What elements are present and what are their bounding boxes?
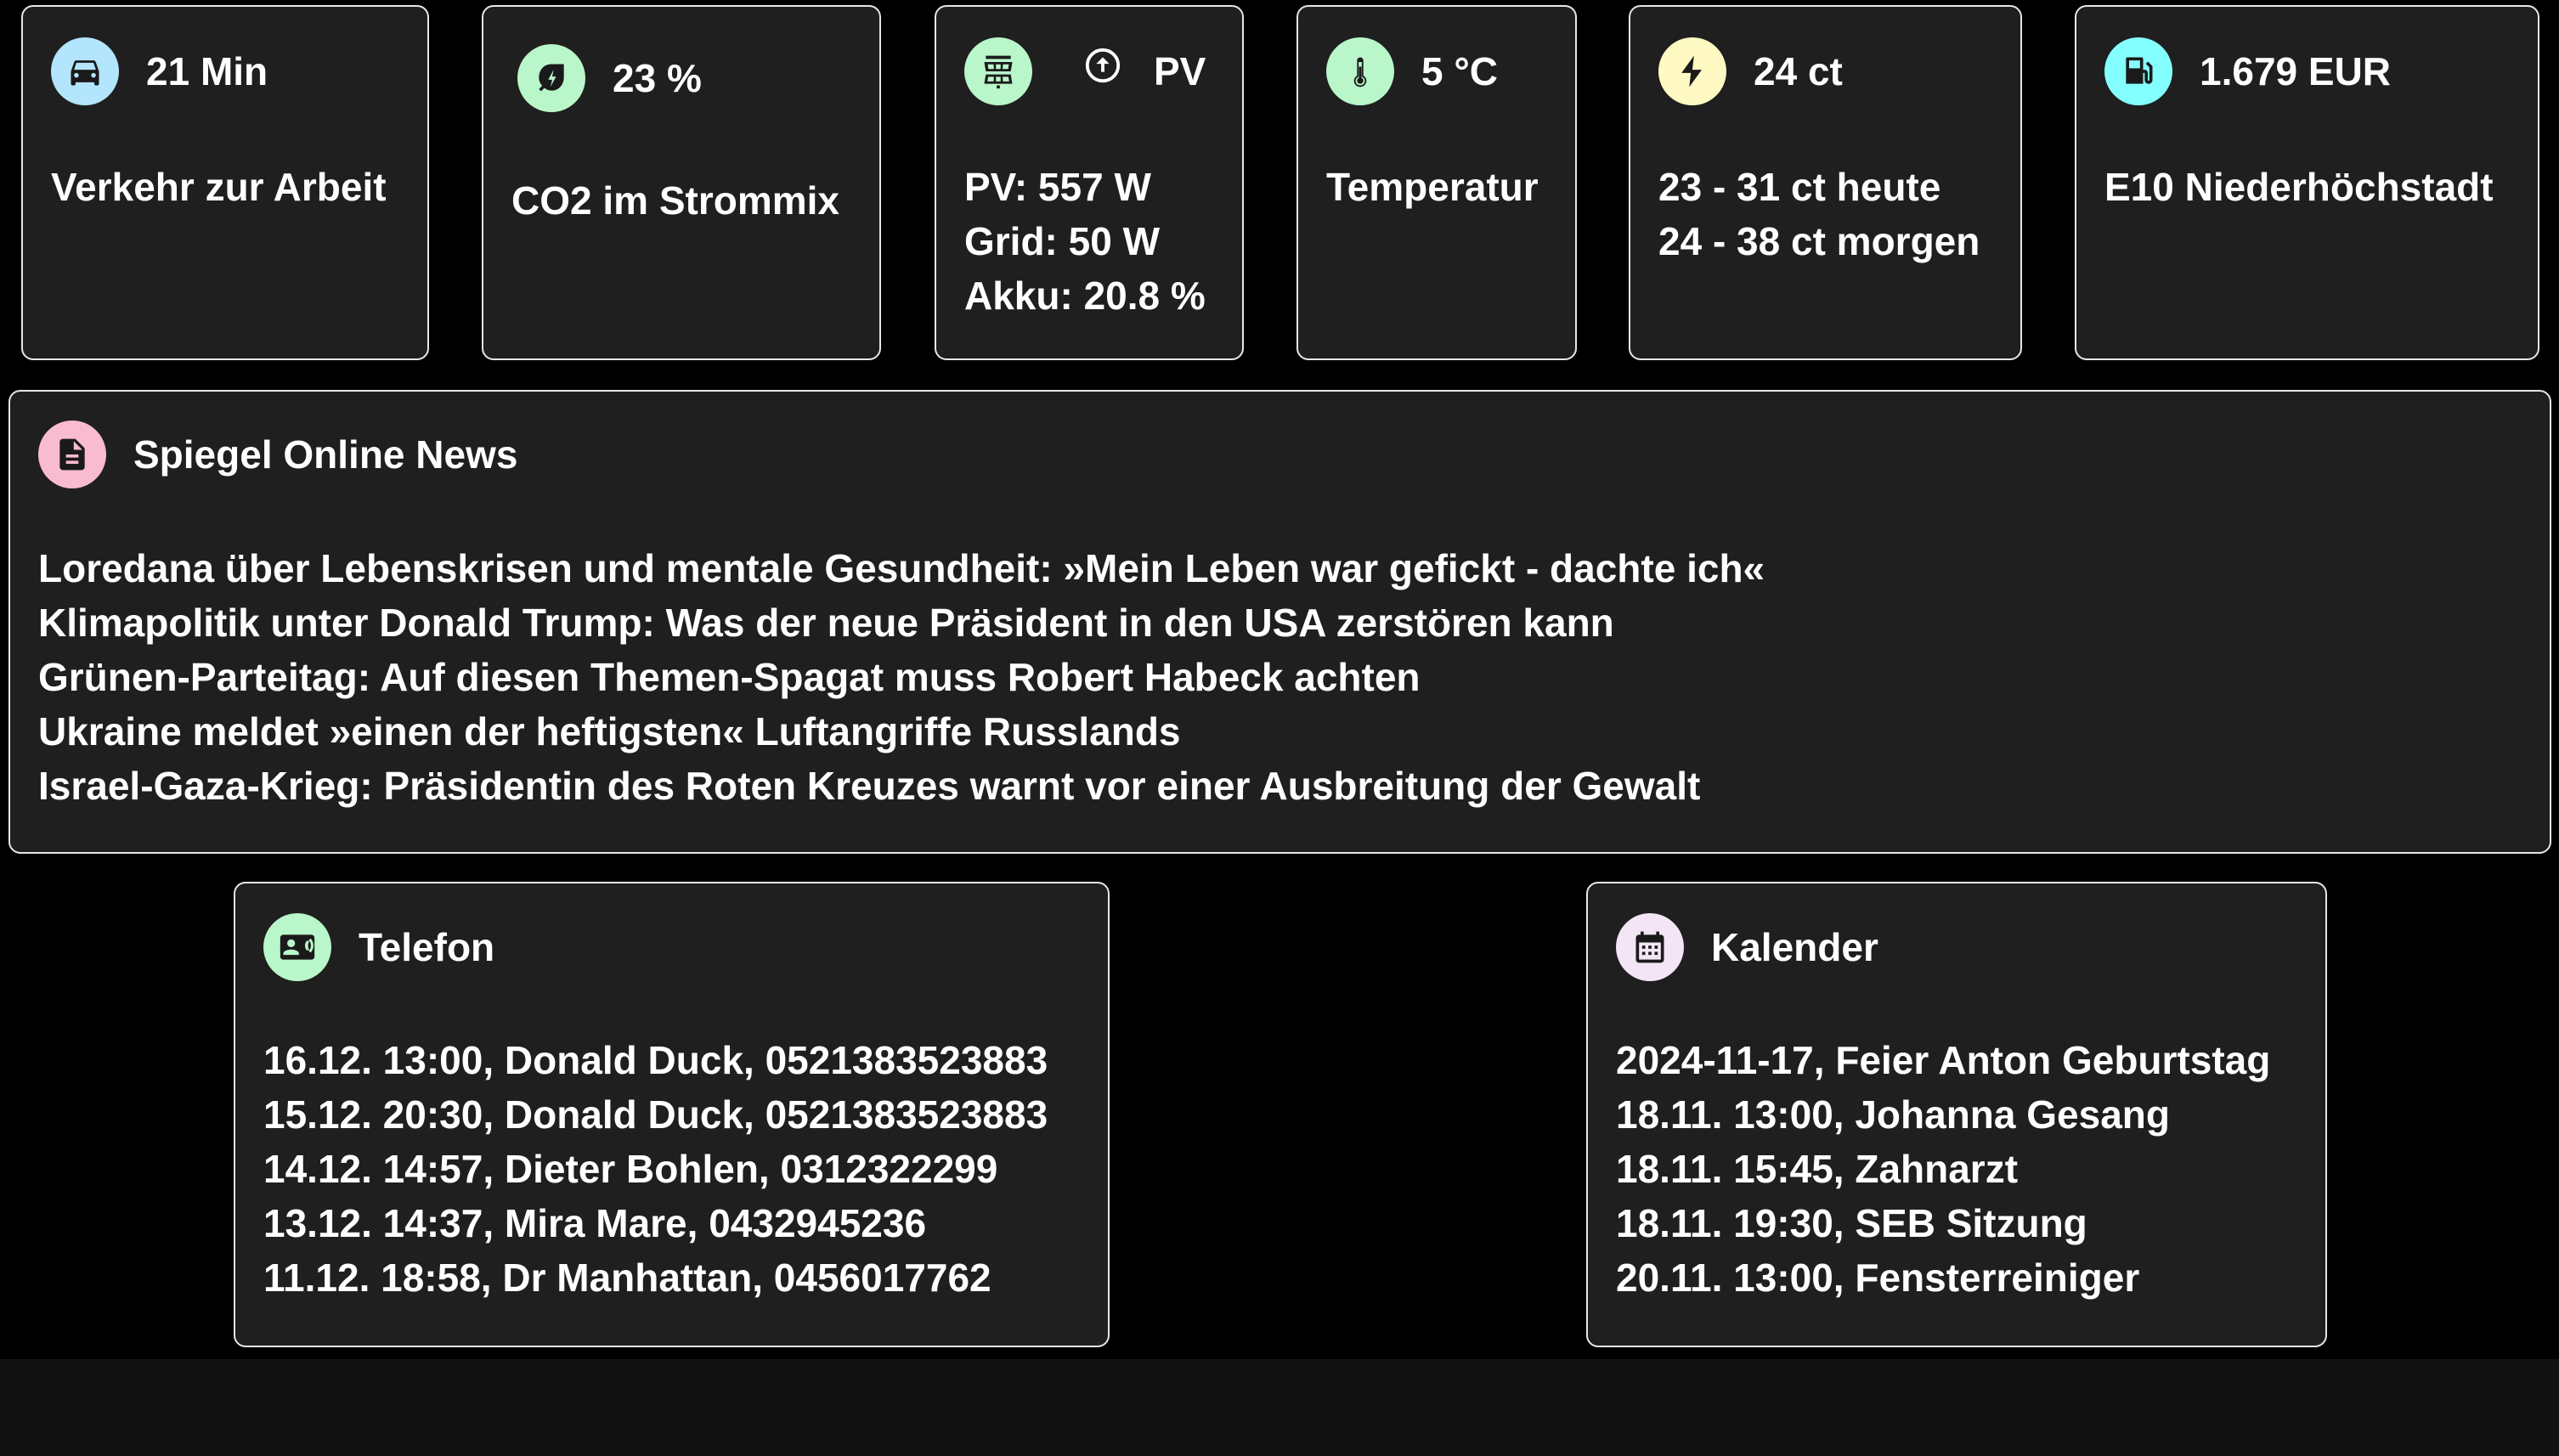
temperature-label: Temperatur [1326, 165, 1539, 209]
news-card[interactable]: Spiegel Online News Loredana über Lebens… [8, 390, 2551, 854]
phone-call-list: 16.12. 13:00, Donald Duck, 0521383523883… [263, 1033, 1048, 1305]
lightning-icon [1658, 37, 1726, 105]
news-list: Loredana über Lebenskrisen und mentale G… [38, 541, 1765, 813]
temperature-value: 5 °C [1421, 49, 1498, 93]
traffic-value: 21 Min [146, 49, 268, 93]
gas-station-icon [2104, 37, 2172, 105]
calendar-event[interactable]: 18.11. 19:30, SEB Sitzung [1616, 1196, 2270, 1250]
call-entry[interactable]: 11.12. 18:58, Dr Manhattan, 0456017762 [263, 1250, 1048, 1305]
co2-value: 23 % [613, 56, 702, 100]
co2-tile[interactable]: 23 % CO2 im Strommix [482, 5, 881, 360]
pv-value: PV [1154, 49, 1206, 93]
news-item[interactable]: Klimapolitik unter Donald Trump: Was der… [38, 595, 1765, 650]
phone-calls-card[interactable]: Telefon 16.12. 13:00, Donald Duck, 05213… [234, 882, 1110, 1347]
pv-grid: Grid: 50 W [964, 219, 1161, 263]
call-entry[interactable]: 14.12. 14:57, Dieter Bohlen, 0312322299 [263, 1142, 1048, 1196]
calendar-event-list: 2024-11-17, Feier Anton Geburtstag 18.11… [1616, 1033, 2270, 1305]
traffic-label: Verkehr zur Arbeit [51, 165, 387, 209]
calendar-event[interactable]: 18.11. 15:45, Zahnarzt [1616, 1142, 2270, 1196]
traffic-tile[interactable]: 21 Min Verkehr zur Arbeit [21, 5, 429, 360]
news-item[interactable]: Ukraine meldet »einen der heftigsten« Lu… [38, 704, 1765, 759]
news-item[interactable]: Grünen-Parteitag: Auf diesen Themen-Spag… [38, 650, 1765, 704]
price-range-today: 23 - 31 ct heute [1658, 165, 1941, 209]
calendar-event[interactable]: 2024-11-17, Feier Anton Geburtstag [1616, 1033, 2270, 1087]
electricity-price-ranges: 23 - 31 ct heute 24 - 38 ct morgen [1658, 160, 1980, 268]
fuel-price-value: 1.679 EUR [2200, 49, 2392, 93]
contact-card-icon [263, 913, 331, 981]
fuel-station-label: E10 Niederhöchstadt [2104, 165, 2494, 209]
calendar-title: Kalender [1711, 925, 1878, 969]
document-icon [38, 420, 106, 488]
call-entry[interactable]: 16.12. 13:00, Donald Duck, 0521383523883 [263, 1033, 1048, 1087]
news-title: Spiegel Online News [133, 432, 518, 477]
thermometer-icon [1326, 37, 1394, 105]
call-entry[interactable]: 15.12. 20:30, Donald Duck, 0521383523883 [263, 1087, 1048, 1142]
news-item[interactable]: Israel-Gaza-Krieg: Präsidentin des Roten… [38, 759, 1765, 813]
calendar-event[interactable]: 20.11. 13:00, Fensterreiniger [1616, 1250, 2270, 1305]
call-entry[interactable]: 13.12. 14:37, Mira Mare, 0432945236 [263, 1196, 1048, 1250]
electricity-price-tile[interactable]: 24 ct 23 - 31 ct heute 24 - 38 ct morgen [1629, 5, 2022, 360]
co2-label: CO2 im Strommix [511, 178, 839, 223]
calendar-event[interactable]: 18.11. 13:00, Johanna Gesang [1616, 1087, 2270, 1142]
calendar-icon [1616, 913, 1684, 981]
car-icon [51, 37, 119, 105]
calendar-card[interactable]: Kalender 2024-11-17, Feier Anton Geburts… [1586, 882, 2327, 1347]
phone-title: Telefon [359, 925, 495, 969]
electricity-price-value: 24 ct [1754, 49, 1843, 93]
arrow-up-circle-icon [1085, 48, 1121, 83]
pv-battery: Akku: 20.8 % [964, 274, 1206, 318]
temperature-tile[interactable]: 5 °C Temperatur [1296, 5, 1577, 360]
pv-tile[interactable]: PV PV: 557 W Grid: 50 W Akku: 20.8 % [935, 5, 1244, 360]
pv-lines: PV: 557 W Grid: 50 W Akku: 20.8 % [964, 160, 1206, 323]
pv-production: PV: 557 W [964, 165, 1151, 209]
solar-panel-icon [964, 37, 1032, 105]
fuel-price-tile[interactable]: 1.679 EUR E10 Niederhöchstadt [2075, 5, 2539, 360]
price-range-tomorrow: 24 - 38 ct morgen [1658, 219, 1980, 263]
leaf-bolt-icon [517, 44, 585, 112]
news-item[interactable]: Loredana über Lebenskrisen und mentale G… [38, 541, 1765, 595]
